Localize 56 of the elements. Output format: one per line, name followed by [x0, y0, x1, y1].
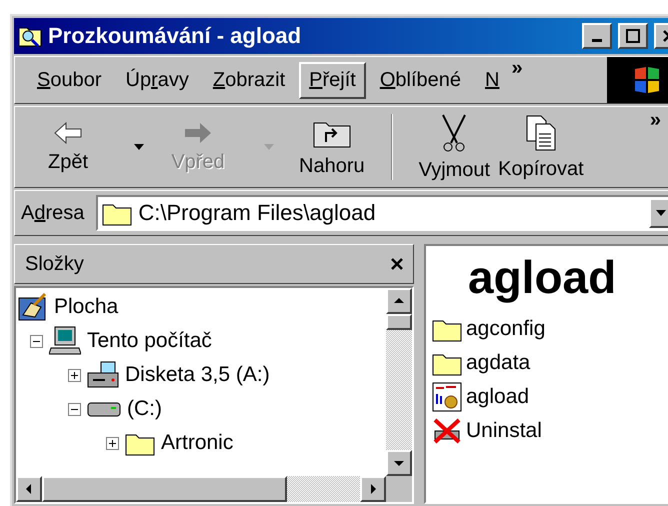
- arrow-left-icon: [24, 484, 34, 494]
- maximize-button[interactable]: [618, 23, 648, 49]
- scroll-thumb[interactable]: [386, 314, 412, 330]
- address-field[interactable]: C:\Program Files\agload: [96, 195, 668, 231]
- arrow-up-icon: [394, 296, 404, 306]
- toolbar-button[interactable]: Kopírovat: [494, 110, 588, 184]
- tree-item[interactable]: (C:): [127, 397, 162, 421]
- scrollbar-corner: [386, 476, 412, 502]
- minimize-icon: [592, 39, 602, 42]
- file-item[interactable]: agconfig: [432, 312, 668, 346]
- vertical-scrollbar[interactable]: [386, 288, 412, 476]
- computer-icon: [49, 326, 81, 356]
- floppy-drive-icon: [87, 361, 119, 389]
- tree-item[interactable]: Artronic: [161, 431, 234, 455]
- menu-item[interactable]: Oblíbené: [370, 62, 471, 98]
- minimize-button[interactable]: [582, 23, 612, 49]
- maximize-icon: [626, 29, 640, 43]
- expand-toggle[interactable]: [106, 436, 119, 450]
- menu-item[interactable]: Úpravy: [116, 62, 199, 98]
- address-label: Adresa: [20, 202, 86, 224]
- collapse-toggle[interactable]: [68, 402, 81, 416]
- expand-toggle[interactable]: [68, 368, 81, 382]
- file-item[interactable]: Uninstal: [432, 414, 668, 448]
- caret-down-icon: [656, 208, 666, 218]
- copy-icon: [524, 114, 557, 152]
- scroll-thumb[interactable]: [42, 476, 287, 502]
- menu-item[interactable]: Zobrazit: [202, 62, 296, 98]
- uninstall-icon: [432, 417, 462, 445]
- collapse-toggle[interactable]: [30, 334, 43, 348]
- folder-heading: agload: [467, 250, 618, 304]
- toolbar-button[interactable]: Nahoru: [295, 112, 369, 182]
- toolbar-button[interactable]: Zpět: [35, 116, 101, 178]
- menu-item[interactable]: Přejít: [299, 62, 366, 98]
- arrow-down-icon: [394, 458, 404, 468]
- flag-logo: [632, 65, 662, 95]
- menu-overflow-chevron[interactable]: »: [511, 57, 523, 80]
- toolbar-button[interactable]: Vyjmout: [414, 108, 494, 186]
- arrow-right-icon: [368, 484, 378, 494]
- back-arrow-icon: [53, 120, 83, 144]
- horizontal-scrollbar[interactable]: [16, 476, 386, 502]
- forward-arrow-icon: [183, 120, 213, 144]
- file-item[interactable]: agdata: [432, 346, 668, 380]
- desktop-icon: [18, 293, 48, 321]
- menu-item[interactable]: Soubor: [27, 62, 112, 98]
- program-icon: [432, 382, 462, 412]
- toolbar-overflow-chevron[interactable]: »: [650, 109, 661, 132]
- dropdown-caret-icon[interactable]: [133, 143, 145, 151]
- window-title: Prozkoumávání - agload: [48, 23, 302, 49]
- tree-item[interactable]: Plocha: [54, 295, 118, 319]
- menu-item[interactable]: N: [475, 62, 510, 98]
- pane-title: Složky: [25, 252, 84, 276]
- tree-item[interactable]: Disketa 3,5 (A:): [125, 363, 270, 387]
- tree-item[interactable]: Tento počítač: [87, 329, 212, 353]
- dropdown-button[interactable]: [649, 198, 668, 228]
- close-icon[interactable]: [391, 258, 403, 270]
- file-item[interactable]: agload: [432, 380, 668, 414]
